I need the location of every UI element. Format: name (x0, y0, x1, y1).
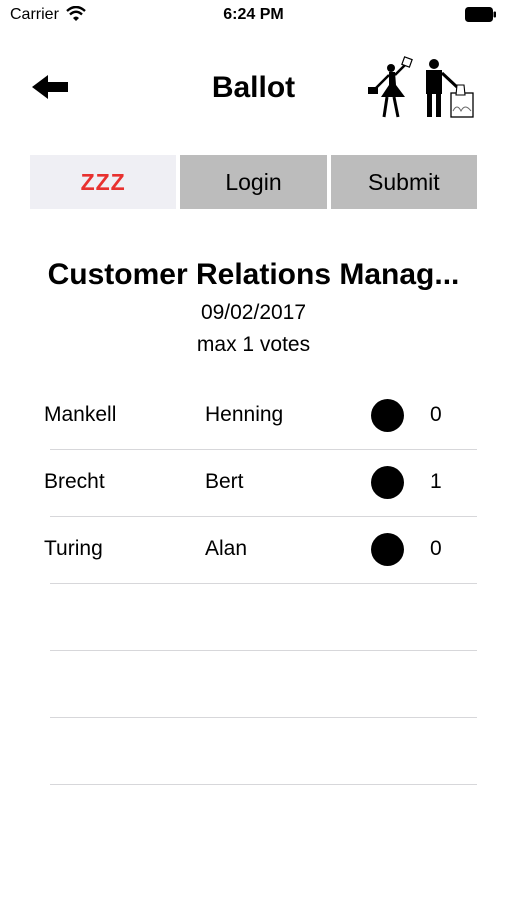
login-button[interactable]: Login (180, 155, 327, 209)
table-row[interactable]: Brecht Bert 1 (0, 450, 507, 517)
vote-toggle-dot[interactable] (371, 466, 404, 499)
vote-count: 0 (430, 537, 442, 560)
zzz-button[interactable]: ZZZ (30, 155, 177, 209)
ballot-max-votes: max 1 votes (196, 333, 311, 356)
candidate-first-name: Bert (205, 470, 244, 493)
empty-row (0, 651, 507, 718)
vote-toggle-dot[interactable] (371, 399, 404, 432)
candidate-first-name: Alan (205, 537, 248, 560)
table-row[interactable]: Turing Alan 0 (0, 517, 507, 584)
vote-count: 0 (430, 403, 442, 426)
empty-row (0, 718, 507, 785)
status-bar: Carrier 6:24 PM (0, 0, 507, 30)
table-row[interactable]: Mankell Henning 0 (0, 383, 507, 450)
ballot-title: Customer Relations Manag... (47, 258, 460, 291)
candidate-list: Mankell Henning 0 Brecht Bert 1 Turing A… (0, 383, 507, 785)
action-segmented-bar: ZZZ Login Submit (30, 155, 477, 209)
battery-icon (465, 7, 496, 22)
candidate-first-name: Henning (205, 403, 284, 426)
ballot-date: 09/02/2017 (200, 301, 307, 324)
status-time: 6:24 PM (223, 6, 284, 23)
vote-count: 1 (430, 470, 442, 493)
row-divider (50, 784, 477, 785)
submit-button[interactable]: Submit (330, 155, 477, 209)
navigation-bar: Ballot (0, 55, 507, 125)
empty-row (0, 584, 507, 651)
candidate-last-name: Mankell (44, 403, 117, 426)
candidate-last-name: Brecht (44, 470, 105, 493)
vote-toggle-dot[interactable] (371, 533, 404, 566)
candidate-last-name: Turing (44, 537, 103, 560)
voting-people-logo-icon (368, 56, 474, 118)
